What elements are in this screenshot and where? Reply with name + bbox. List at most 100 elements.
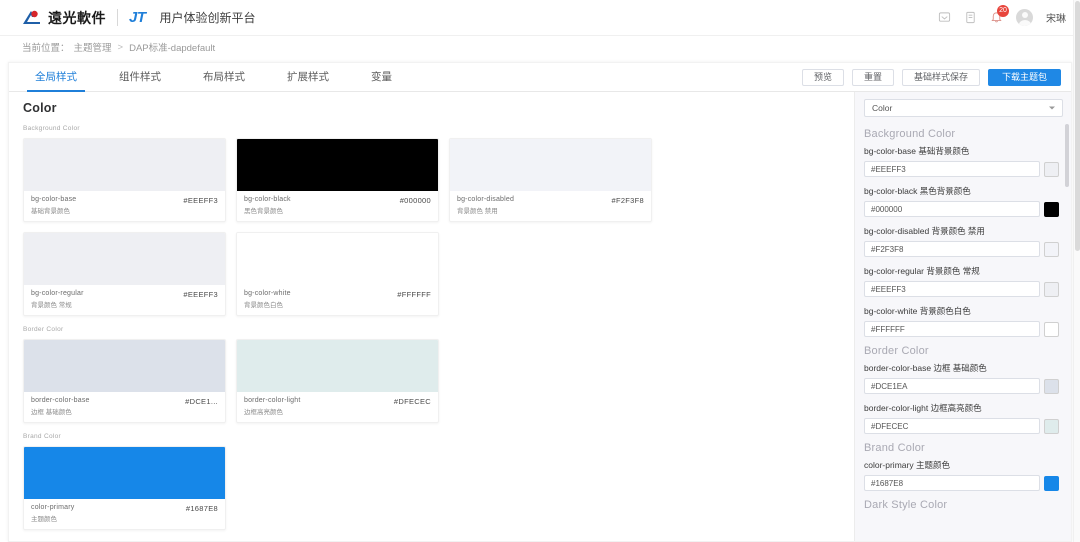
token-name: border-color-light [244,397,301,404]
notifications[interactable]: 20 [990,11,1003,24]
field-label: bg-color-disabled 背景颜色 禁用 [864,225,1059,237]
token-desc: 黑色背景颜色 [244,205,291,215]
category-select[interactable]: Color [864,99,1063,117]
breadcrumb-prefix: 当前位置： [22,40,70,54]
bg-color-regular-input[interactable] [864,281,1040,297]
field-label: bg-color-black 黑色背景颜色 [864,185,1059,197]
download-theme-button[interactable]: 下载主题包 [988,69,1061,86]
bg-color-regular-swatch[interactable] [1044,282,1059,297]
token-desc: 边框高亮颜色 [244,406,301,416]
page-scrollbar[interactable] [1073,0,1080,542]
field-label: border-color-base 边框 基础颜色 [864,362,1059,374]
token-hex: #DCE1... [185,397,218,406]
notification-badge: 20 [997,5,1009,17]
bg-color-black-swatch[interactable] [1044,202,1059,217]
tab-global-style[interactable]: 全局样式 [27,69,85,91]
token-name: border-color-base [31,397,90,404]
field-row [864,378,1059,394]
preview-button[interactable]: 预览 [802,69,844,86]
product-logo: JT [129,9,146,26]
field-row [864,281,1059,297]
bg-color-base-input[interactable] [864,161,1040,177]
category-select-value: Color [872,103,892,113]
card-row: color-primary 主题颜色 #1687E8 [23,446,840,530]
sidebar-group-brand: Brand Color [864,442,1059,454]
color-card-bg-color-black[interactable]: bg-color-black 黑色背景颜色 #000000 [236,138,439,222]
border-color-base-swatch[interactable] [1044,379,1059,394]
bg-color-disabled-swatch[interactable] [1044,242,1059,257]
field-label: bg-color-regular 背景颜色 常规 [864,265,1059,277]
token-name: bg-color-regular [31,290,84,297]
color-card-bg-color-regular[interactable]: bg-color-regular 背景颜色 常规 #EEEFF3 [23,232,226,316]
border-color-light-input[interactable] [864,418,1040,434]
chevron-down-icon [1049,107,1055,110]
token-name: bg-color-white [244,290,291,297]
sidebar-group-background: Background Color [864,128,1059,140]
panel-content: Color Background Color bg-color-base 基础背… [9,92,1071,542]
tab-component-style[interactable]: 组件样式 [111,69,169,91]
color-card-border-color-light[interactable]: border-color-light 边框高亮颜色 #DFECEC [236,339,439,423]
tab-layout-style[interactable]: 布局样式 [195,69,253,91]
token-name: color-primary [31,504,74,511]
message-icon[interactable] [938,11,951,24]
page-scrollbar-thumb[interactable] [1075,1,1080,251]
card-row: bg-color-base 基础背景颜色 #EEEFF3 bg-color-bl… [23,138,840,222]
token-name: bg-color-disabled [457,196,514,203]
color-card-color-primary[interactable]: color-primary 主题颜色 #1687E8 [23,446,226,530]
save-base-style-button[interactable]: 基础样式保存 [902,69,980,86]
reset-button[interactable]: 重置 [852,69,894,86]
bg-color-white-swatch[interactable] [1044,322,1059,337]
sidebar-group-dark-style: Dark Style Color [864,499,1059,511]
color-primary-swatch[interactable] [1044,476,1059,491]
swatch [24,447,225,499]
color-card-bg-color-base[interactable]: bg-color-base 基础背景颜色 #EEEFF3 [23,138,226,222]
border-color-light-swatch[interactable] [1044,419,1059,434]
brand-logo[interactable]: 遠光軟件 [22,8,106,28]
token-desc: 背景颜色白色 [244,299,291,309]
border-color-base-input[interactable] [864,378,1040,394]
field-label: bg-color-white 背景颜色白色 [864,305,1059,317]
token-hex: #F2F3F8 [611,196,644,205]
breadcrumb-current: DAP标准-dapdefault [129,40,215,54]
color-card-bg-color-white[interactable]: bg-color-white 背景颜色白色 #FFFFFF [236,232,439,316]
token-desc: 背景颜色 禁用 [457,205,514,215]
doc-icon[interactable] [964,11,977,24]
header-divider [117,9,118,26]
breadcrumb-parent[interactable]: 主题管理 [74,40,112,54]
style-editor-sidebar: Color Background Color bg-color-base 基础背… [854,92,1071,542]
avatar[interactable] [1016,9,1033,26]
tab-bar: 全局样式 组件样式 布局样式 扩展样式 变量 预览 重置 基础样式保存 下载主题… [9,63,1071,92]
tab-variables[interactable]: 变量 [363,69,400,91]
panel-actions: 预览 重置 基础样式保存 下载主题包 [802,69,1061,86]
color-primary-input[interactable] [864,475,1040,491]
bg-color-white-input[interactable] [864,321,1040,337]
user-name[interactable]: 宋琳 [1046,10,1066,25]
color-card-bg-color-disabled[interactable]: bg-color-disabled 背景颜色 禁用 #F2F3F8 [449,138,652,222]
page-title: Color [23,101,840,115]
bg-color-base-swatch[interactable] [1044,162,1059,177]
swatch [24,340,225,392]
field-row [864,321,1059,337]
swatch [24,233,225,285]
swatch [237,233,438,285]
bg-color-black-input[interactable] [864,201,1040,217]
breadcrumb: 当前位置： 主题管理 > DAP标准-dapdefault [0,36,1080,58]
token-hex: #EEEFF3 [183,290,218,299]
field-row [864,418,1059,434]
swatch [237,139,438,191]
app-header: 遠光軟件 JT 用户体验创新平台 20 [0,0,1080,36]
token-hex: #FFFFFF [397,290,431,299]
bg-color-disabled-input[interactable] [864,241,1040,257]
field-row [864,201,1059,217]
color-card-border-color-base[interactable]: border-color-base 边框 基础颜色 #DCE1... [23,339,226,423]
sidebar-scroll-region: Background Color bg-color-base 基础背景颜色 bg… [864,124,1063,538]
token-hex: #000000 [400,196,431,205]
token-hex: #1687E8 [186,504,218,513]
group-label-brand: Brand Color [23,433,840,440]
token-desc: 主题颜色 [31,513,74,523]
sidebar-scrollbar-thumb[interactable] [1065,124,1069,187]
company-name: 遠光軟件 [48,8,106,28]
swatch [450,139,651,191]
tab-extension-style[interactable]: 扩展样式 [279,69,337,91]
sidebar-scrollbar[interactable] [1065,124,1069,494]
